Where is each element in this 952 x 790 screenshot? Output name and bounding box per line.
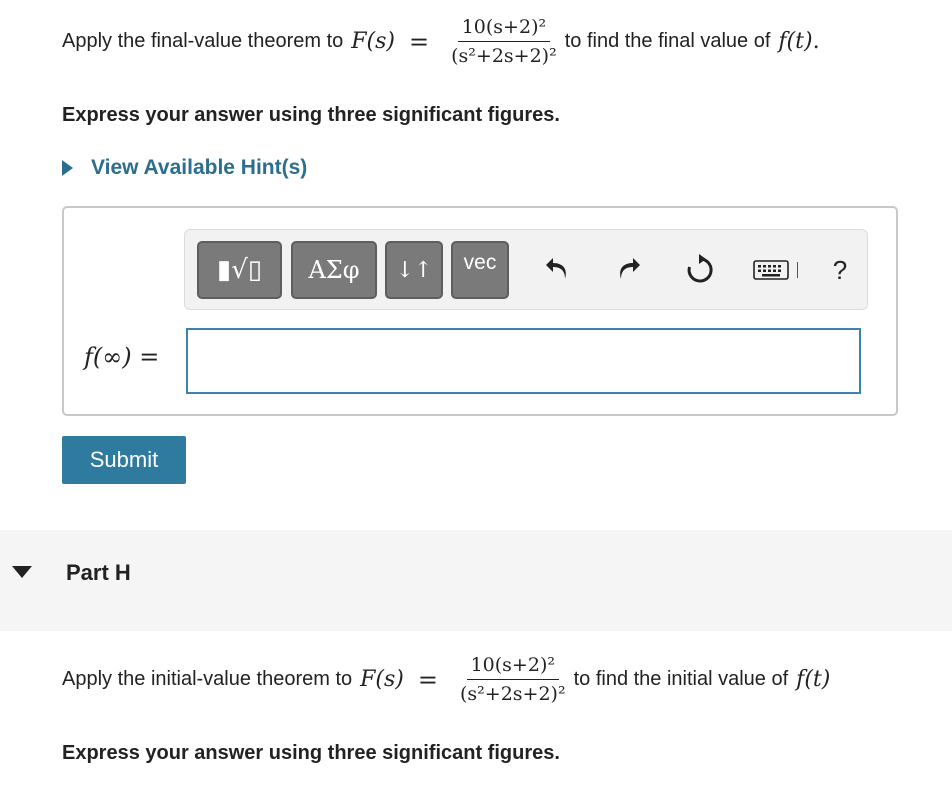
question-suffix-h: to find the initial value of: [573, 668, 789, 690]
arrows-icon: ↓↑: [395, 257, 433, 283]
question-prefix-h: Apply the initial-value theorem to: [62, 668, 353, 690]
vec-button[interactable]: vec: [451, 241, 509, 299]
templates-icon: ▮√▯: [216, 255, 263, 285]
question-text: Apply the final-value theorem to F(s) = …: [62, 16, 820, 67]
instruction: Express your answer using three signific…: [62, 104, 560, 126]
reset-icon: [687, 254, 713, 283]
undo-button[interactable]: [540, 252, 576, 288]
fraction-h: 10(s+2)² (s²+2s+2)²: [460, 654, 566, 705]
answer-input[interactable]: [186, 328, 861, 394]
keyboard-icon: [753, 260, 789, 280]
redo-button[interactable]: [610, 252, 646, 288]
redo-icon: [620, 258, 640, 279]
vec-label: vec: [463, 251, 497, 274]
answer-label: f(∞) =: [84, 343, 160, 371]
function-f-h: f(t): [796, 667, 831, 692]
help-icon: ?: [832, 254, 848, 285]
fraction: 10(s+2)² (s²+2s+2)²: [451, 16, 557, 67]
question-prefix: Apply the final-value theorem to: [62, 30, 344, 52]
part-h-header[interactable]: [0, 530, 952, 631]
toolbar-divider: [797, 262, 798, 278]
templates-button[interactable]: ▮√▯: [197, 241, 282, 299]
part-h-title: Part H: [66, 560, 131, 585]
question-suffix: to find the final value of: [564, 30, 771, 52]
equals-sign-h: =: [417, 665, 438, 694]
instruction-h: Express your answer using three signific…: [62, 742, 560, 764]
submit-button[interactable]: Submit: [62, 436, 186, 484]
greek-button[interactable]: ΑΣφ: [291, 241, 377, 299]
fraction-numerator: 10(s+2)²: [457, 16, 551, 42]
greek-icon: ΑΣφ: [308, 256, 360, 284]
fraction-denominator: (s²+2s+2)²: [451, 45, 557, 67]
caret-down-icon[interactable]: [12, 566, 32, 578]
help-button[interactable]: ?: [822, 252, 858, 288]
equals-sign: =: [409, 27, 430, 56]
function-F: F(s): [351, 29, 396, 54]
undo-icon: [546, 258, 566, 279]
fraction-numerator-h: 10(s+2)²: [466, 654, 559, 680]
fraction-denominator-h: (s²+2s+2)²: [460, 683, 566, 705]
function-F-h: F(s): [360, 667, 404, 692]
keyboard-button[interactable]: [751, 252, 791, 288]
arrows-button[interactable]: ↓↑: [385, 241, 443, 299]
hint-link[interactable]: View Available Hint(s): [91, 156, 307, 180]
reset-button[interactable]: [682, 252, 718, 288]
function-f: f(t): [778, 29, 813, 54]
hint-toggle[interactable]: View Available Hint(s): [62, 156, 307, 180]
question-period: .: [812, 29, 820, 54]
caret-right-icon: [62, 160, 73, 176]
math-toolbar: ▮√▯ ΑΣφ ↓↑ vec ?: [184, 229, 868, 310]
question-text-h: Apply the initial-value theorem to F(s) …: [62, 654, 830, 705]
